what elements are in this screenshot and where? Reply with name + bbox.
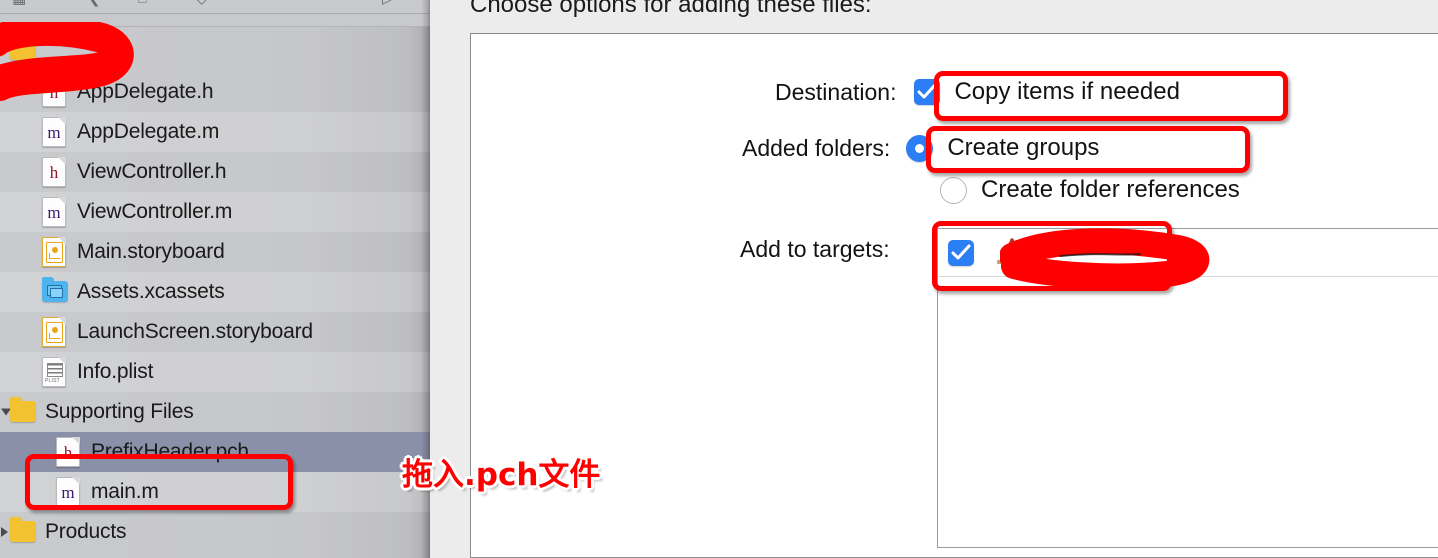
target-row[interactable]	[938, 229, 1438, 277]
file-list: h AppDelegate.h m AppDelegate.m h ViewCo…	[0, 28, 430, 552]
list-item[interactable]: m AppDelegate.m	[0, 112, 430, 152]
list-item[interactable]: Supporting Files	[0, 392, 430, 432]
list-item-label: AppDelegate.h	[77, 80, 214, 103]
list-item[interactable]: LaunchScreen.storyboard	[0, 312, 430, 352]
list-item-label: AppDelegate.m	[77, 120, 220, 143]
create-groups-radio[interactable]: Create groups	[906, 134, 1099, 162]
storyboard-file-icon	[42, 317, 66, 347]
xcode-target-icon	[996, 237, 1030, 268]
added-folders-label: Added folders:	[742, 134, 891, 161]
list-item[interactable]: Products	[0, 512, 430, 552]
create-folder-references-label: Create folder references	[981, 176, 1240, 203]
target-glyph	[997, 237, 1029, 265]
folder-icon[interactable]: ⎕	[138, 0, 147, 6]
list-item[interactable]: m ViewController.m	[0, 192, 430, 232]
folder-icon	[10, 517, 38, 547]
copy-items-label: Copy items if needed	[954, 78, 1180, 105]
disclosure-triangle-icon[interactable]	[1, 527, 8, 537]
m-file-icon: m	[42, 117, 66, 147]
navigator-toolbar-divider	[0, 14, 430, 27]
list-item-label: LaunchScreen.storyboard	[77, 320, 313, 343]
list-item-redacted-group[interactable]	[0, 28, 430, 72]
destination-label: Destination:	[775, 78, 897, 105]
list-item-prefixheader[interactable]: h PrefixHeader.pch	[0, 432, 430, 472]
list-item[interactable]: h AppDelegate.h	[0, 72, 430, 112]
radio-selected-icon[interactable]	[906, 134, 934, 162]
list-item-label: Supporting Files	[45, 400, 194, 423]
project-navigator-sidebar: ▦ ❮ ⎕ ◇ ━ ▷ h AppDelegate.h m AppDel	[0, 0, 430, 558]
list-item[interactable]: PLIST Info.plist	[0, 352, 430, 392]
list-item[interactable]: Main.storyboard	[0, 232, 430, 272]
copy-items-checkbox[interactable]: Copy items if needed	[914, 78, 1180, 106]
screenshot-root: ▦ ❮ ⎕ ◇ ━ ▷ h AppDelegate.h m AppDel	[0, 0, 1438, 558]
check-glyph	[951, 244, 971, 259]
folder-icon	[10, 35, 38, 65]
plist-file-icon: PLIST	[42, 357, 66, 387]
list-item-label: Info.plist	[77, 360, 154, 383]
create-groups-label: Create groups	[947, 134, 1100, 161]
target-checkbox[interactable]	[948, 239, 974, 266]
back-chevron-icon[interactable]: ❮	[88, 0, 101, 6]
storyboard-file-icon	[42, 237, 66, 267]
checkmark-icon[interactable]	[914, 79, 941, 105]
list-item-label: Products	[45, 520, 127, 543]
folder-icon	[10, 397, 38, 427]
list-item-label: PrefixHeader.pch	[91, 440, 249, 463]
list-item-label: Assets.xcassets	[77, 280, 225, 303]
list-item-label: ViewController.m	[77, 200, 233, 223]
shield-icon[interactable]: ◇	[196, 0, 208, 6]
navigator-toolbar: ▦ ❮ ⎕ ◇ ━ ▷	[0, 0, 430, 14]
h-file-icon: h	[42, 157, 66, 187]
list-item-label: ViewController.h	[77, 160, 227, 183]
check-glyph	[917, 83, 937, 99]
create-folder-references-radio[interactable]: Create folder references	[940, 176, 1240, 204]
list-item[interactable]: Assets.xcassets	[0, 272, 430, 312]
grid-icon[interactable]: ▦	[12, 0, 26, 6]
play-icon[interactable]: ▷	[382, 0, 394, 6]
minus-icon[interactable]: ━	[248, 0, 257, 6]
radio-unselected-icon[interactable]	[940, 176, 967, 204]
added-folders-row: Added folders: Create groups	[742, 134, 1099, 162]
annotation-chinese-note: 拖入.pch文件	[402, 457, 601, 493]
xcassets-folder-icon	[42, 277, 70, 307]
h-file-icon: h	[56, 437, 80, 467]
destination-row: Destination: Copy items if needed	[775, 78, 1180, 106]
list-item-label: Main.storyboard	[77, 240, 225, 263]
m-file-icon: m	[42, 197, 66, 227]
h-file-icon: h	[42, 77, 66, 107]
list-item[interactable]: h ViewController.h	[0, 152, 430, 192]
list-item-label: main.m	[91, 480, 159, 503]
add-to-targets-label: Add to targets:	[740, 236, 890, 262]
list-item[interactable]: m main.m	[0, 472, 430, 512]
add-to-targets-row: Add to targets:	[740, 236, 890, 263]
targets-list	[937, 228, 1438, 548]
dialog-title: Choose options for adding these files:	[470, 0, 872, 18]
m-file-icon: m	[56, 477, 80, 507]
